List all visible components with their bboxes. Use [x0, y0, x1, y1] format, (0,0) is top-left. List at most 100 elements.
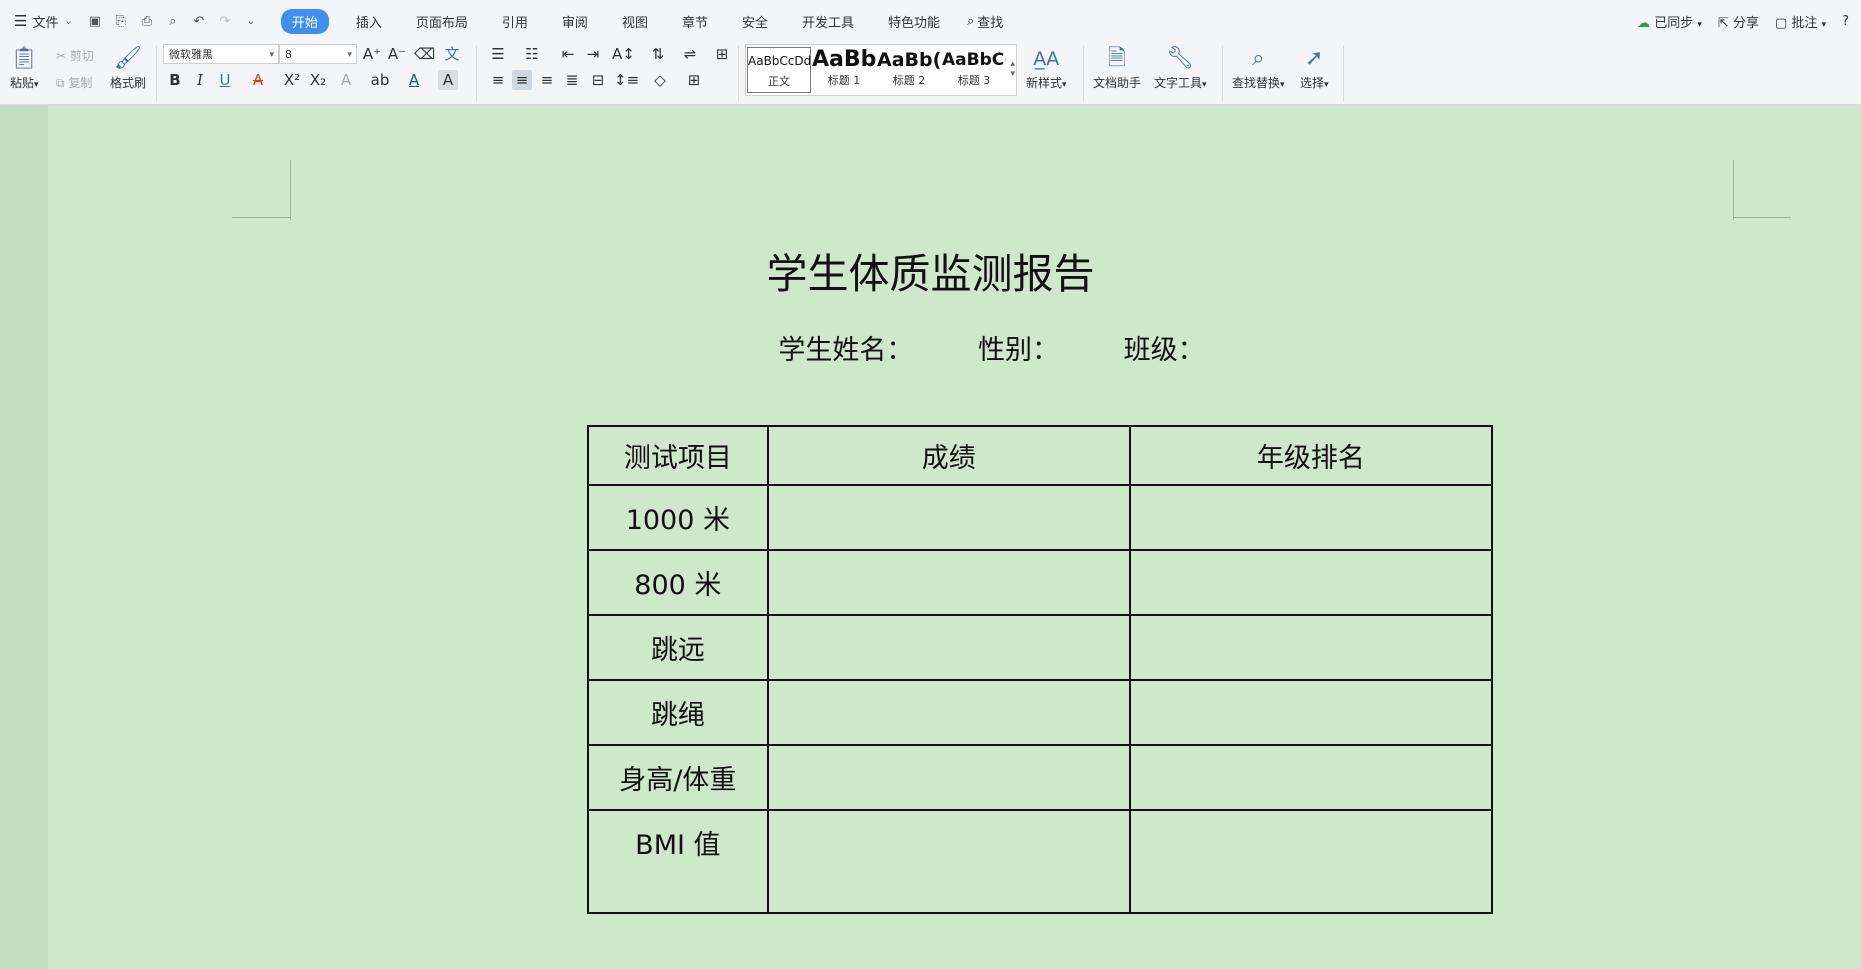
test-item-cell[interactable]: 身高/体重 — [587, 744, 769, 811]
customize-chevron-icon[interactable]: ⌄ — [243, 13, 259, 29]
score-cell[interactable] — [766, 809, 1131, 914]
format-painter-button[interactable]: 🖌︎ 格式刷 — [110, 44, 146, 91]
tab-security[interactable]: 安全 — [742, 12, 768, 31]
grow-font-icon[interactable]: A⁺ — [362, 44, 382, 64]
wrench-icon: 🔧︎ — [1166, 46, 1195, 71]
test-item-cell[interactable]: 跳远 — [587, 614, 769, 681]
border-icon[interactable]: ⊞ — [684, 70, 704, 90]
tab-home[interactable]: 开始 — [280, 8, 329, 34]
score-cell[interactable] — [766, 614, 1131, 681]
paste-format-icon[interactable]: ⎘ — [113, 13, 129, 29]
score-cell[interactable] — [766, 679, 1131, 746]
search-button[interactable]: ⌕ 查找 — [967, 12, 1003, 31]
text-direction-icon[interactable]: A↕ — [612, 44, 635, 64]
align-center-icon[interactable]: ≡ — [512, 70, 532, 90]
score-cell[interactable] — [766, 549, 1131, 616]
clear-format-icon[interactable]: ⌫ — [414, 44, 435, 64]
scissors-icon: ✂ — [56, 49, 67, 63]
rank-cell[interactable] — [1128, 809, 1494, 914]
tab-references[interactable]: 引用 — [502, 12, 528, 31]
table-borders-icon[interactable]: ⊞ — [712, 44, 732, 64]
find-replace-button[interactable]: ⌕ 查找替换▾ — [1232, 44, 1285, 91]
underline-icon[interactable]: U — [215, 70, 235, 90]
justify-icon[interactable]: ≣ — [562, 70, 582, 90]
tab-special-features[interactable]: 特色功能 — [888, 12, 940, 31]
distributed-icon[interactable]: ⊟ — [588, 70, 608, 90]
style-heading-3[interactable]: AaBbC( 标题 3 — [942, 47, 1006, 93]
test-item-cell[interactable]: 800 米 — [587, 549, 769, 616]
line-spacing-icon[interactable]: ↕≡ — [614, 70, 639, 90]
chevron-down-icon: ▾ — [347, 50, 352, 60]
chevron-down-icon: ▾ — [1697, 19, 1702, 30]
divider — [1222, 46, 1223, 102]
numbered-list-icon[interactable]: ☷ — [522, 44, 542, 64]
sort-icon[interactable]: ⇅ — [648, 44, 668, 64]
score-cell[interactable] — [766, 484, 1131, 551]
char-shading-icon[interactable]: A — [438, 70, 458, 90]
strikethrough-icon[interactable]: A — [248, 70, 268, 90]
class-label: 班级： — [1123, 335, 1205, 366]
copy-button[interactable]: ⧉ 复制 — [56, 74, 92, 91]
tab-developer[interactable]: 开发工具 — [802, 12, 854, 31]
font-size-value: 8 — [285, 48, 292, 61]
rank-cell[interactable] — [1128, 744, 1494, 811]
text-effect-icon[interactable]: A — [336, 70, 356, 90]
italic-icon[interactable]: I — [190, 70, 210, 90]
test-item-cell[interactable]: 1000 米 — [587, 484, 769, 551]
test-item-cell[interactable]: 跳绳 — [587, 679, 769, 746]
score-cell[interactable] — [766, 744, 1131, 811]
cut-button[interactable]: ✂ 剪切 — [56, 47, 94, 64]
share-button[interactable]: ⇱ 分享 — [1718, 12, 1759, 31]
font-color-icon[interactable]: A — [404, 70, 424, 90]
text-tools-button[interactable]: 🔧︎ 文字工具▾ — [1154, 44, 1207, 91]
font-size-select[interactable]: 8 ▾ — [279, 44, 357, 64]
new-style-button[interactable]: A̲A 新样式▾ — [1026, 44, 1067, 91]
redo-icon[interactable]: ↷ — [217, 13, 233, 29]
text-tools-label: 文字工具 — [1154, 76, 1203, 90]
save-icon[interactable]: ▣ — [87, 13, 103, 29]
bold-icon[interactable]: B — [165, 70, 185, 90]
select-button[interactable]: ➚ 选择▾ — [1300, 44, 1329, 91]
tab-view[interactable]: 视图 — [622, 12, 648, 31]
bullet-list-icon[interactable]: ☰ — [488, 44, 508, 64]
increase-indent-icon[interactable]: ⇥ — [583, 44, 603, 64]
style-heading-1[interactable]: AaBb 标题 1 — [812, 47, 876, 93]
phonetic-guide-icon[interactable]: 文 — [442, 44, 462, 64]
tab-page-layout[interactable]: 页面布局 — [416, 12, 468, 31]
print-icon[interactable]: ⎙ — [139, 13, 155, 29]
undo-icon[interactable]: ↶ — [191, 13, 207, 29]
style-heading-2[interactable]: AaBb( 标题 2 — [877, 47, 941, 93]
show-marks-icon[interactable]: ⇌ — [680, 44, 700, 64]
tab-section[interactable]: 章节 — [682, 12, 708, 31]
rank-cell[interactable] — [1128, 679, 1494, 746]
test-item-cell[interactable]: BMI 值 — [587, 809, 769, 914]
divider — [738, 46, 739, 102]
help-button[interactable]: ? — [1842, 14, 1849, 29]
paste-button[interactable]: 📋︎ 粘贴▾ — [10, 44, 39, 91]
file-menu[interactable]: ☰ 文件 ⌄ — [14, 12, 73, 31]
rank-cell[interactable] — [1128, 614, 1494, 681]
rank-cell[interactable] — [1128, 484, 1494, 551]
align-left-icon[interactable]: ≡ — [488, 70, 508, 90]
align-right-icon[interactable]: ≡ — [537, 70, 557, 90]
shrink-font-icon[interactable]: A⁻ — [387, 44, 407, 64]
style-normal[interactable]: AaBbCcDd 正文 — [747, 47, 811, 93]
print-preview-icon[interactable]: ⌕ — [165, 13, 181, 29]
doc-helper-button[interactable]: 🗎︎ 文档助手 — [1093, 44, 1141, 91]
highlight-icon[interactable]: ab — [370, 70, 390, 90]
student-name-label: 学生姓名： — [778, 335, 914, 366]
shading-icon[interactable]: ◇ — [650, 70, 670, 90]
tab-review[interactable]: 审阅 — [562, 12, 588, 31]
crop-mark-top-left — [290, 160, 292, 220]
superscript-icon[interactable]: X² — [282, 70, 302, 90]
comment-button[interactable]: ▢ 批注 ▾ — [1775, 12, 1826, 31]
tab-insert[interactable]: 插入 — [356, 12, 382, 31]
sync-status-button[interactable]: ☁ 已同步 ▾ — [1637, 12, 1702, 31]
rank-cell[interactable] — [1128, 549, 1494, 616]
copy-label: 复制 — [68, 76, 93, 90]
subscript-icon[interactable]: X₂ — [308, 70, 328, 90]
decrease-indent-icon[interactable]: ⇤ — [558, 44, 578, 64]
gallery-scroll-icon[interactable]: ▴ ▾ — [1010, 59, 1015, 79]
font-name-select[interactable]: 微软雅黑 ▾ — [163, 44, 279, 64]
divider — [1083, 46, 1084, 102]
